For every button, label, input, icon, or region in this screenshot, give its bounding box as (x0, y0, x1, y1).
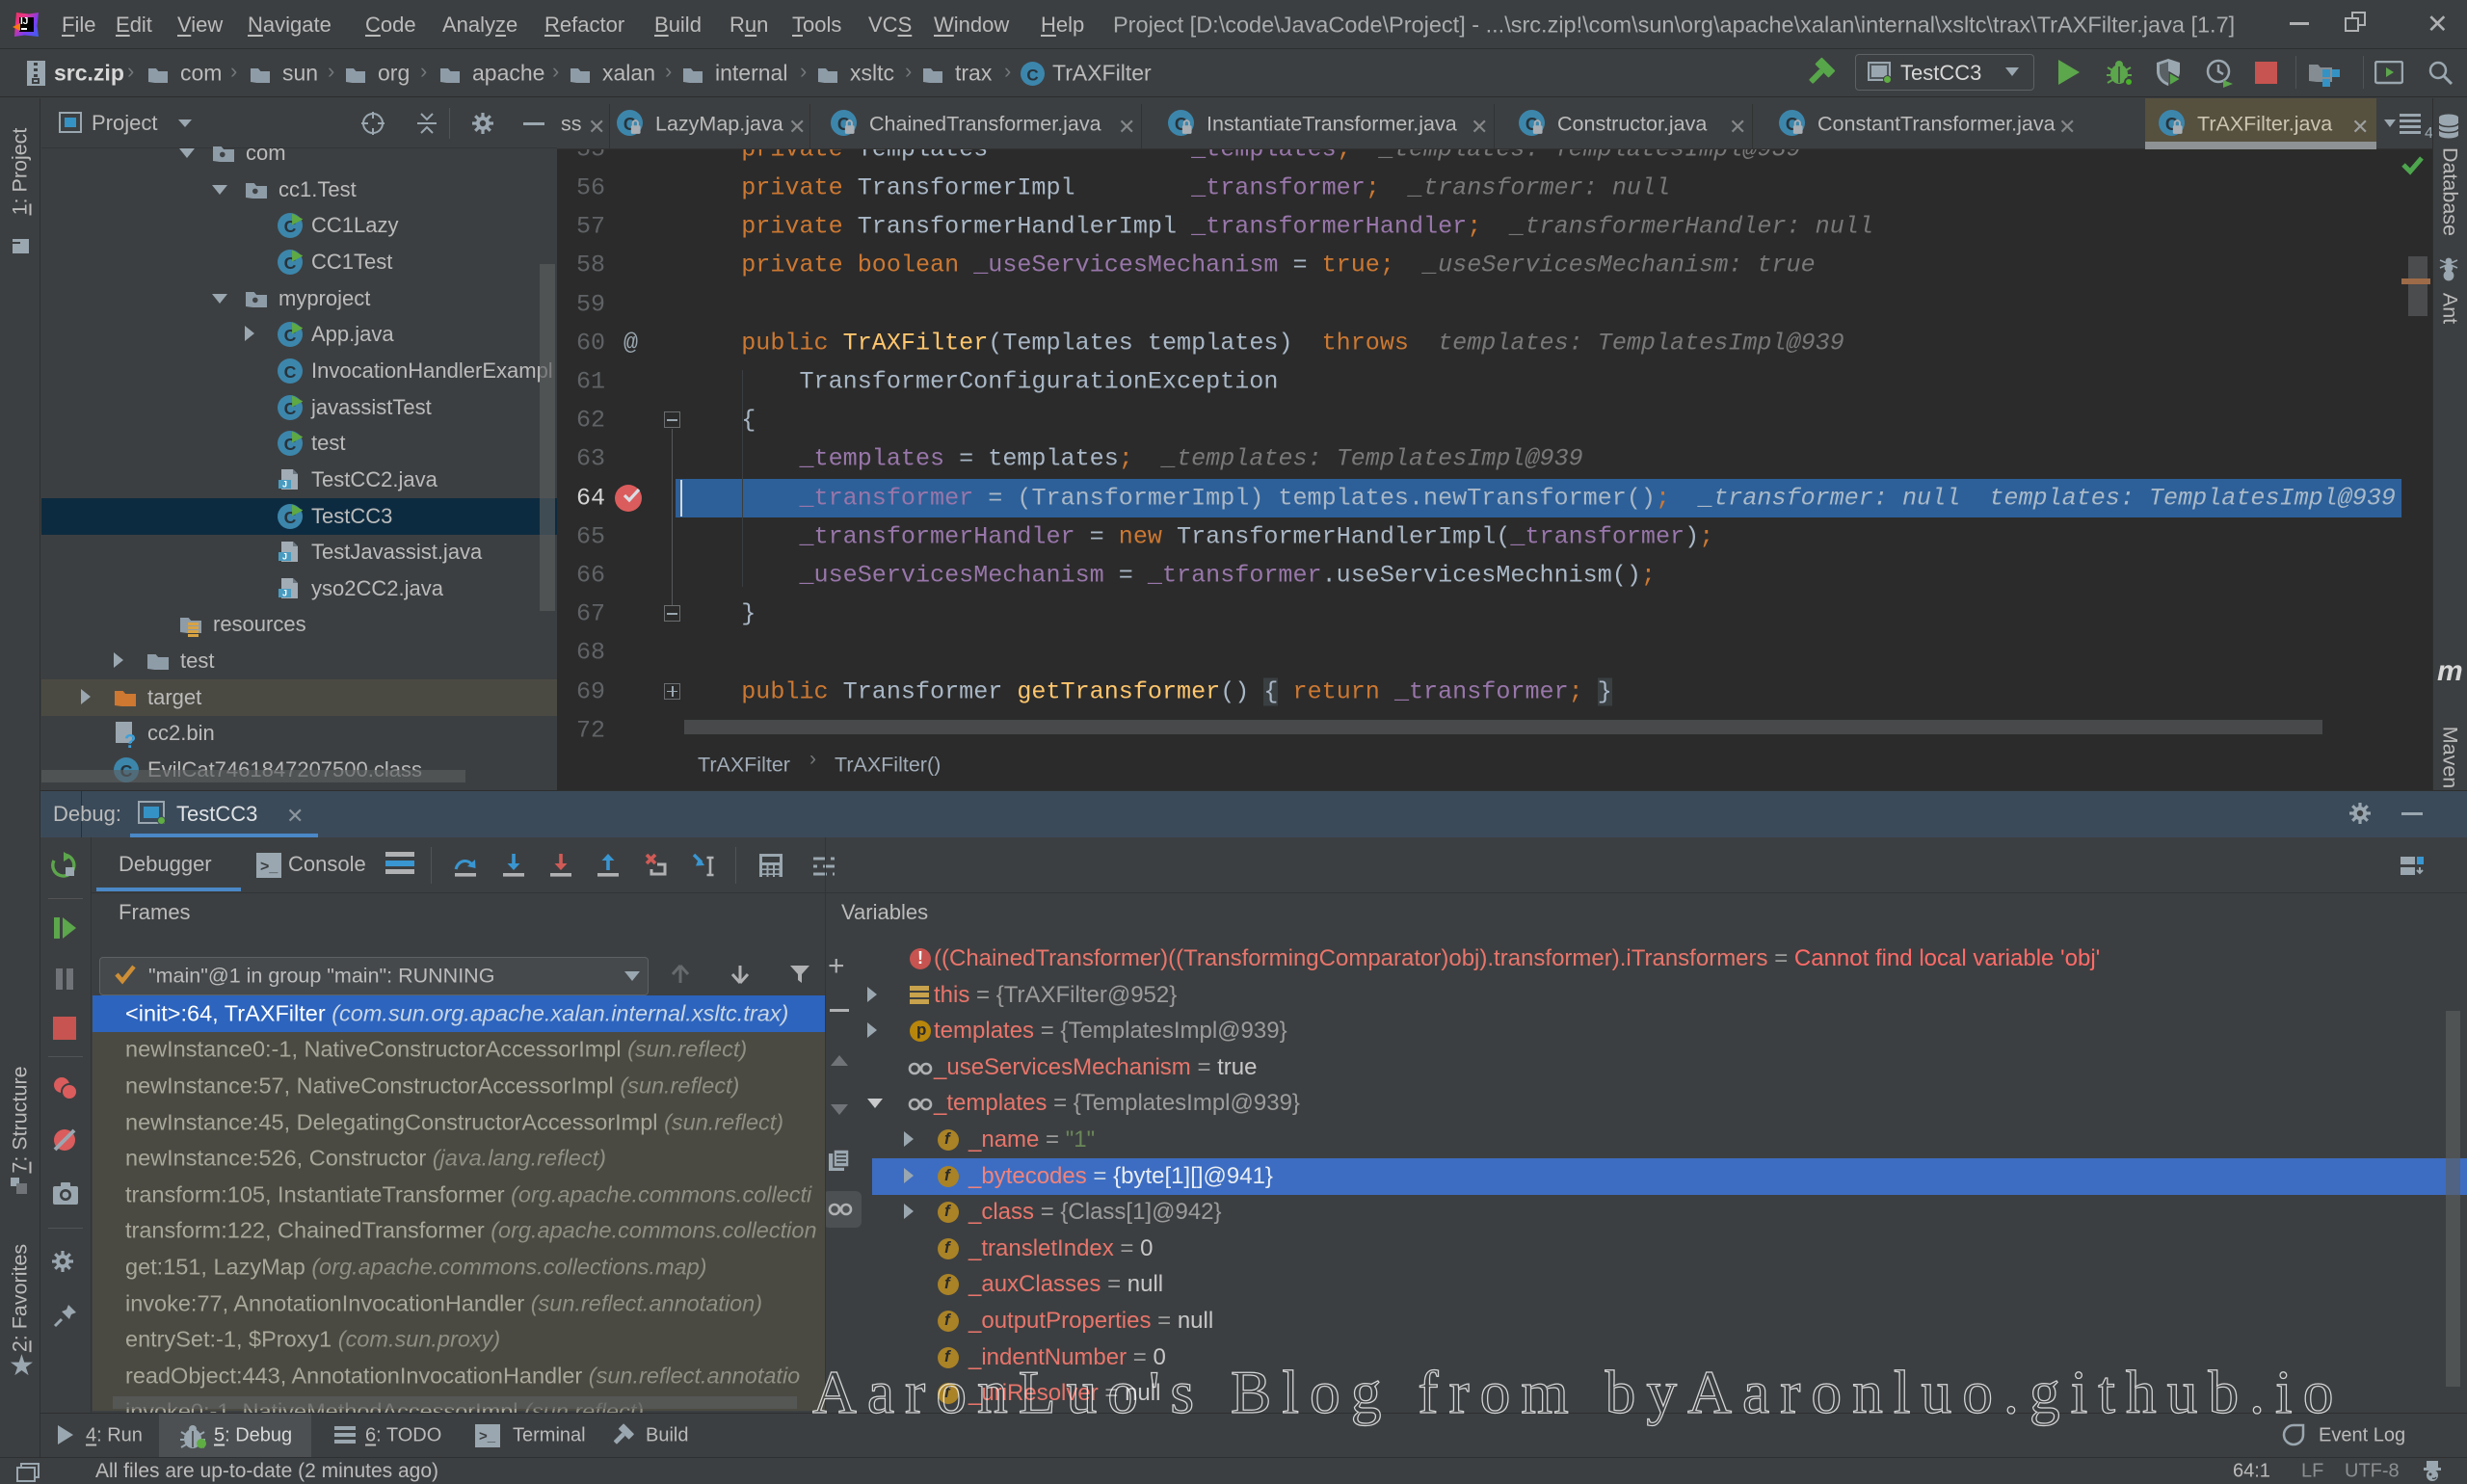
svg-text:J: J (282, 552, 287, 562)
svg-text:J: J (282, 479, 287, 489)
svg-text:J: J (282, 588, 287, 597)
svg-text:C: C (1026, 66, 1038, 84)
svg-text:C: C (284, 362, 297, 382)
